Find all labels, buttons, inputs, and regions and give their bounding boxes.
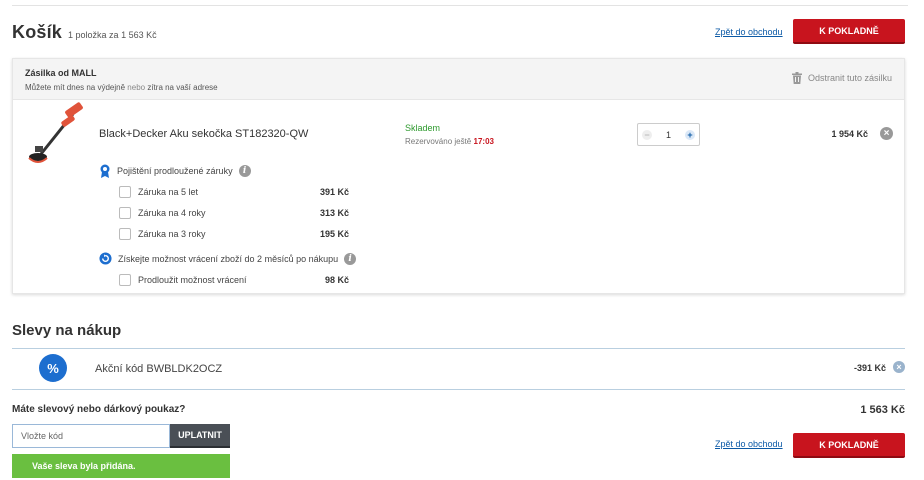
plus-icon[interactable]: + bbox=[684, 129, 695, 140]
warranty-option-label: Záruka na 4 roky bbox=[138, 208, 206, 218]
warranty-option-label: Záruka na 3 roky bbox=[138, 229, 206, 239]
reservation-info: Rezervováno ještě 17:03 bbox=[405, 137, 494, 146]
warranty-option-price: 195 Kč bbox=[319, 229, 349, 239]
shipment-subtitle: Můžete mít dnes na výdejně nebo zítra na… bbox=[25, 83, 218, 92]
warranty-option-5y[interactable]: Záruka na 5 let 391 Kč bbox=[119, 185, 349, 199]
voucher-question: Máte slevový nebo dárkový poukaz? bbox=[12, 404, 186, 415]
percent-icon: % bbox=[39, 354, 67, 382]
remove-item-icon[interactable]: × bbox=[880, 127, 893, 140]
shipment-card: Zásilka od MALL Můžete mít dnes na výdej… bbox=[12, 58, 905, 294]
back-to-shop-link[interactable]: Zpět do obchodu bbox=[715, 27, 783, 37]
shipment-header: Zásilka od MALL Můžete mít dnes na výdej… bbox=[13, 59, 904, 100]
cart-header: Košík 1 položka za 1 563 Kč bbox=[12, 22, 157, 43]
warranty-checkbox[interactable] bbox=[119, 228, 131, 240]
voucher-code-input[interactable] bbox=[12, 424, 170, 448]
promo-code-amount: -391 Kč bbox=[853, 363, 886, 373]
pickup-text: Můžete mít dnes na výdejně bbox=[25, 83, 126, 92]
returns-option[interactable]: Prodloužit možnost vrácení 98 Kč bbox=[119, 273, 349, 287]
minus-icon[interactable]: − bbox=[642, 129, 652, 140]
voucher-success-message: Vaše sleva byla přidána. bbox=[12, 454, 230, 478]
product-image[interactable] bbox=[25, 102, 85, 172]
warranty-checkbox[interactable] bbox=[119, 207, 131, 219]
remove-promo-icon[interactable]: × bbox=[893, 361, 905, 373]
info-icon[interactable]: i bbox=[344, 252, 357, 265]
top-divider bbox=[12, 5, 908, 6]
returns-title: Získejte možnost vrácení zboží do 2 měsí… bbox=[118, 253, 339, 264]
warranty-checkbox[interactable] bbox=[119, 186, 131, 198]
shipment-title: Zásilka od MALL bbox=[25, 68, 97, 78]
remove-shipment-button[interactable]: Odstranit tuto zásilku bbox=[791, 72, 892, 84]
back-to-shop-link-bottom[interactable]: Zpět do obchodu bbox=[715, 439, 783, 449]
checkout-button[interactable]: K POKLADNĚ bbox=[793, 19, 905, 44]
returns-section-title: Získejte možnost vrácení zboží do 2 měsí… bbox=[99, 252, 357, 265]
discounts-divider-bottom bbox=[12, 389, 905, 390]
checkout-button-bottom[interactable]: K POKLADNĚ bbox=[793, 433, 905, 458]
reserved-time: 17:03 bbox=[473, 137, 494, 146]
remove-shipment-label: Odstranit tuto zásilku bbox=[807, 73, 892, 83]
discounts-title: Slevy na nákup bbox=[12, 322, 122, 339]
discounts-divider-top bbox=[12, 348, 905, 349]
return-arrow-icon bbox=[99, 252, 112, 265]
warranty-option-price: 313 Kč bbox=[319, 208, 349, 218]
returns-checkbox[interactable] bbox=[119, 274, 131, 286]
apply-voucher-button[interactable]: UPLATNIT bbox=[170, 424, 230, 448]
promo-code-label: Akční kód BWBLDK2OCZ bbox=[95, 363, 223, 375]
cart-total: 1 563 Kč bbox=[860, 404, 905, 416]
quantity-value[interactable]: 1 bbox=[666, 130, 671, 140]
delivery-text: zítra na vaší adrese bbox=[147, 83, 218, 92]
warranty-option-3y[interactable]: Záruka na 3 roky 195 Kč bbox=[119, 227, 349, 241]
returns-option-label: Prodloužit možnost vrácení bbox=[138, 275, 247, 285]
cart-summary: 1 položka za 1 563 Kč bbox=[68, 30, 157, 40]
returns-option-price: 98 Kč bbox=[324, 275, 349, 285]
product-name[interactable]: Black+Decker Aku sekočka ST182320-QW bbox=[99, 128, 308, 140]
warranty-option-label: Záruka na 5 let bbox=[138, 187, 199, 197]
warranty-section-title: Pojištění prodloužené záruky i bbox=[99, 164, 251, 178]
product-price: 1 954 Kč bbox=[831, 129, 868, 139]
stock-status: Skladem bbox=[405, 123, 441, 133]
award-badge-icon bbox=[100, 164, 110, 178]
reserved-label: Rezervováno ještě bbox=[405, 137, 472, 146]
warranty-title: Pojištění prodloužené záruky bbox=[117, 166, 233, 176]
warranty-option-4y[interactable]: Záruka na 4 roky 313 Kč bbox=[119, 206, 349, 220]
warranty-option-price: 391 Kč bbox=[319, 187, 349, 197]
info-icon[interactable]: i bbox=[238, 165, 251, 177]
page-title: Košík bbox=[12, 22, 63, 42]
or-text: nebo bbox=[127, 83, 146, 92]
trash-icon bbox=[791, 72, 802, 84]
quantity-stepper: − 1 + bbox=[637, 123, 700, 146]
